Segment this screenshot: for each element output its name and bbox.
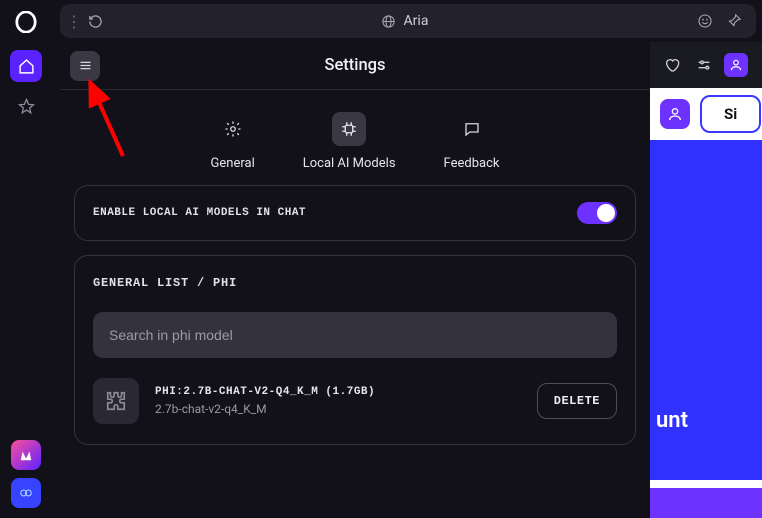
search-input[interactable] [93, 312, 617, 358]
tab-label: Local AI Models [303, 156, 396, 171]
sidebar-app-2[interactable] [11, 478, 41, 508]
model-row: PHI:2.7B-CHAT-V2-Q4_K_M (1.7GB) 2.7b-cha… [93, 378, 617, 424]
hero-text-fragment: unt [656, 408, 688, 433]
hero-banner: unt [650, 140, 762, 480]
gear-icon [216, 112, 250, 146]
sidebar-app-1[interactable] [11, 440, 41, 470]
settings-panel: Settings General Local AI Models Feedbac… [60, 42, 650, 518]
signin-button[interactable]: Si [700, 95, 761, 133]
tab-local-ai[interactable]: Local AI Models [303, 112, 396, 171]
hamburger-menu-button[interactable] [70, 51, 100, 81]
delete-button[interactable]: DELETE [537, 383, 617, 419]
tab-label: General [211, 156, 255, 171]
menu-dots-icon[interactable]: ⋮ [60, 12, 88, 31]
tab-general[interactable]: General [211, 112, 255, 171]
heart-icon[interactable] [660, 53, 684, 77]
model-subtitle: 2.7b-chat-v2-q4_K_M [155, 402, 521, 416]
sliders-icon[interactable] [692, 53, 716, 77]
model-list-card: GENERAL LIST / PHI PHI:2.7B-CHAT-V2-Q4_K… [74, 255, 636, 445]
breadcrumb[interactable]: GENERAL LIST / PHI [93, 276, 617, 290]
chat-icon [455, 112, 489, 146]
sidebar-home[interactable] [10, 50, 42, 82]
tab-label: Feedback [444, 156, 500, 171]
user-icon[interactable] [724, 53, 748, 77]
reload-icon[interactable] [88, 14, 112, 29]
globe-icon [381, 14, 396, 29]
pin-icon[interactable] [727, 13, 742, 29]
sidebar-bookmark[interactable] [10, 90, 42, 122]
enable-local-card: ENABLE LOCAL AI MODELS IN CHAT [74, 185, 636, 241]
model-title: PHI:2.7B-CHAT-V2-Q4_K_M (1.7GB) [155, 386, 521, 398]
chip-icon [332, 112, 366, 146]
enable-local-label: ENABLE LOCAL AI MODELS IN CHAT [93, 207, 306, 219]
address-bar[interactable]: ⋮ Aria [60, 4, 756, 38]
opera-logo [12, 8, 40, 36]
tab-feedback[interactable]: Feedback [444, 112, 500, 171]
avatar-icon[interactable] [660, 99, 690, 129]
address-title: Aria [404, 13, 429, 29]
smile-icon[interactable] [697, 13, 713, 29]
puzzle-icon [93, 378, 139, 424]
background-page: Si unt [650, 42, 762, 518]
panel-title: Settings [60, 56, 650, 75]
enable-local-toggle[interactable] [577, 202, 617, 224]
